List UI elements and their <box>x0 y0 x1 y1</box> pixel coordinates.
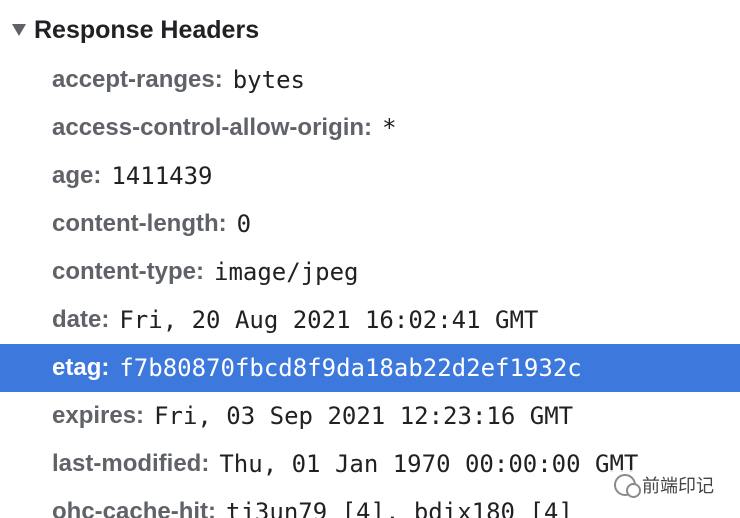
header-value: Fri, 03 Sep 2021 12:23:16 GMT <box>154 402 574 430</box>
header-value: 0 <box>236 210 252 238</box>
header-row-access-control-allow-origin[interactable]: access-control-allow-origin: * <box>0 104 740 152</box>
header-value: tj3un79 [4], bdix180 [4] <box>226 498 573 518</box>
watermark-text: 前端印记 <box>642 476 714 497</box>
header-name: etag: <box>52 354 110 381</box>
response-headers-toggle[interactable]: Response Headers <box>0 10 740 50</box>
response-headers-panel: Response Headers accept-ranges: bytes ac… <box>0 0 740 518</box>
header-value: image/jpeg <box>214 258 359 286</box>
wechat-icon <box>614 474 641 498</box>
header-name: date: <box>52 306 110 333</box>
watermark: 前端印记 <box>610 470 718 500</box>
header-row-etag[interactable]: etag: f7b80870fbcd8f9da18ab22d2ef1932c <box>0 344 740 392</box>
header-row-content-length[interactable]: content-length: 0 <box>0 200 740 248</box>
header-value: bytes <box>232 66 305 94</box>
header-row-accept-ranges[interactable]: accept-ranges: bytes <box>0 56 740 104</box>
header-name: content-type: <box>52 258 204 285</box>
header-value: f7b80870fbcd8f9da18ab22d2ef1932c <box>119 354 582 382</box>
header-value: 1411439 <box>111 162 213 190</box>
header-row-age[interactable]: age: 1411439 <box>0 152 740 200</box>
header-name: content-length: <box>52 210 227 237</box>
header-row-date[interactable]: date: Fri, 20 Aug 2021 16:02:41 GMT <box>0 296 740 344</box>
section-title: Response Headers <box>34 15 260 44</box>
header-name: accept-ranges: <box>52 66 223 93</box>
header-row-expires[interactable]: expires: Fri, 03 Sep 2021 12:23:16 GMT <box>0 392 740 440</box>
header-name: last-modified: <box>52 450 210 477</box>
header-name: expires: <box>52 402 145 429</box>
header-row-content-type[interactable]: content-type: image/jpeg <box>0 248 740 296</box>
header-value: * <box>382 114 397 142</box>
header-name: access-control-allow-origin: <box>52 114 373 141</box>
triangle-down-icon[interactable] <box>12 24 26 36</box>
header-value: Fri, 20 Aug 2021 16:02:41 GMT <box>119 306 539 334</box>
header-name: age: <box>52 162 102 189</box>
header-list: accept-ranges: bytes access-control-allo… <box>0 56 740 518</box>
header-value: Thu, 01 Jan 1970 00:00:00 GMT <box>219 450 639 478</box>
header-name: ohc-cache-hit: <box>52 498 217 518</box>
